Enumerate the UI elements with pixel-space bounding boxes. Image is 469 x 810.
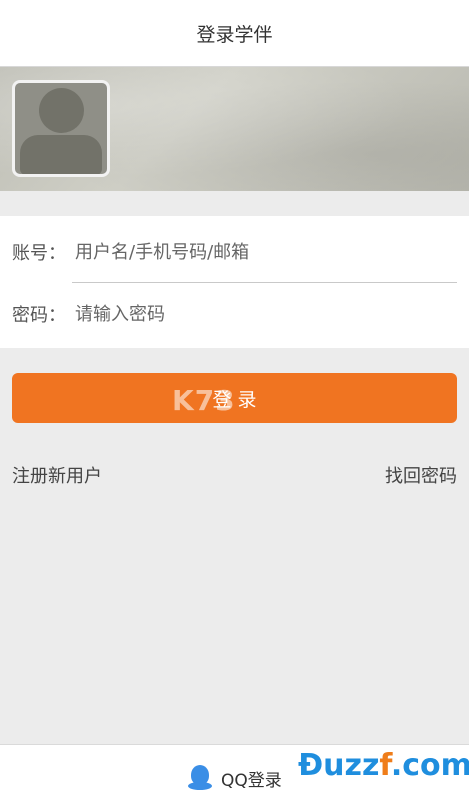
- avatar-head: [39, 88, 84, 133]
- profile-banner: [0, 67, 469, 191]
- qq-login-button[interactable]: QQ登录: [187, 765, 282, 791]
- account-label: 账号：: [12, 243, 66, 264]
- title-bar: 登录学伴: [0, 0, 469, 67]
- qq-penguin-icon: [187, 765, 213, 791]
- account-row: 账号：: [12, 222, 435, 282]
- avatar-placeholder-icon[interactable]: [12, 80, 110, 177]
- uzzf-watermark-logo: Ðuzzf.com: [298, 748, 469, 783]
- avatar-body: [20, 135, 102, 174]
- login-form: 账号： 密码：: [0, 216, 469, 348]
- page-title: 登录学伴: [196, 23, 273, 46]
- form-divider: [72, 282, 457, 283]
- account-input[interactable]: [75, 241, 435, 263]
- k73-watermark-logo: K73: [172, 384, 236, 417]
- password-input[interactable]: [75, 303, 435, 325]
- register-link[interactable]: 注册新用户: [12, 462, 102, 488]
- password-row: 密码：: [12, 284, 435, 344]
- password-label: 密码：: [12, 305, 66, 326]
- forgot-password-link[interactable]: 找回密码: [385, 462, 457, 488]
- qq-login-label: QQ登录: [221, 770, 282, 791]
